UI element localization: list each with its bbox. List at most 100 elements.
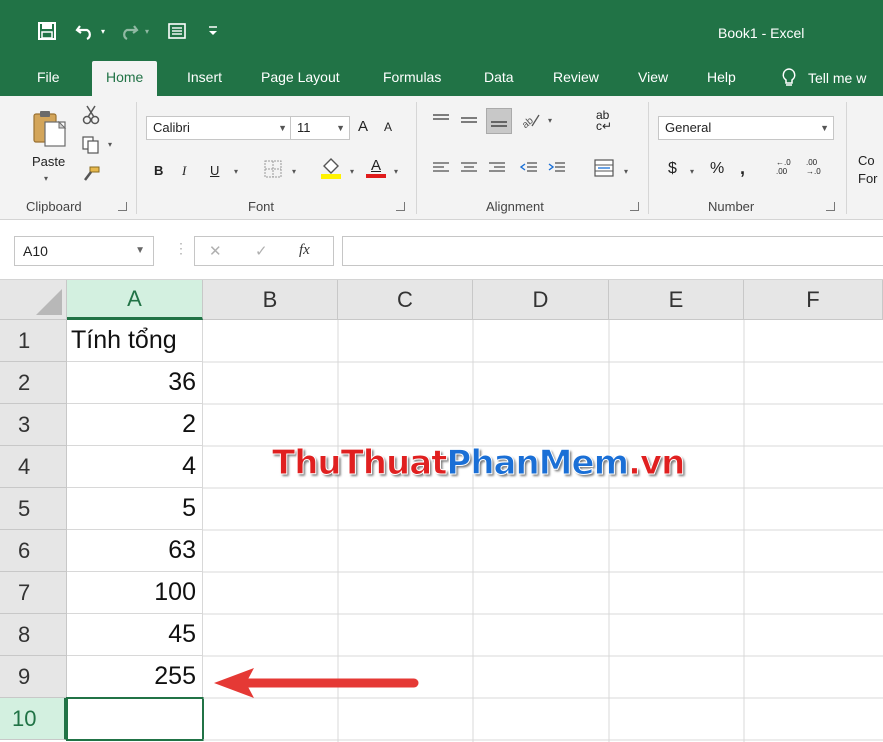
cell-a7[interactable]: 100 [67, 572, 203, 614]
comma-button[interactable]: , [740, 158, 745, 179]
orientation-dropdown-icon[interactable]: ▾ [548, 116, 552, 125]
row-header-5[interactable]: 5 [0, 488, 67, 530]
font-color-button[interactable]: A [364, 154, 388, 180]
row-header-10[interactable]: 10 [0, 698, 67, 740]
cell-a5[interactable]: 5 [67, 488, 203, 530]
cell-a8[interactable]: 45 [67, 614, 203, 656]
paste-icon[interactable] [30, 108, 70, 148]
column-header-e[interactable]: E [609, 280, 744, 320]
decrease-indent-icon[interactable] [518, 158, 540, 178]
formula-input[interactable] [342, 236, 883, 266]
align-right-icon[interactable] [486, 158, 508, 178]
bold-button[interactable]: B [154, 163, 163, 178]
cell-a4[interactable]: 4 [67, 446, 203, 488]
percent-button[interactable]: % [710, 160, 724, 178]
customize-qat-icon[interactable] [206, 20, 220, 42]
cell-a6[interactable]: 63 [67, 530, 203, 572]
formula-bar-grip-icon[interactable]: ⋮ [174, 240, 188, 257]
tab-review[interactable]: Review [553, 59, 599, 96]
tab-help[interactable]: Help [707, 59, 736, 96]
alignment-launcher-icon[interactable] [630, 202, 639, 211]
tab-data[interactable]: Data [484, 59, 514, 96]
column-header-d[interactable]: D [473, 280, 609, 320]
paste-label[interactable]: Paste [32, 154, 65, 169]
row-header-8[interactable]: 8 [0, 614, 67, 656]
fill-color-icon[interactable] [318, 154, 344, 180]
shrink-font-button[interactable]: A [384, 120, 392, 134]
enter-icon[interactable]: ✓ [255, 242, 268, 260]
cell-a3[interactable]: 2 [67, 404, 203, 446]
currency-dropdown-icon[interactable]: ▾ [690, 167, 694, 176]
cell-a10-active[interactable] [66, 697, 204, 741]
row-header-1[interactable]: 1 [0, 320, 67, 362]
borders-dropdown-icon[interactable]: ▾ [292, 167, 296, 176]
window-title: Book1 - Excel [718, 25, 805, 41]
save-icon[interactable] [36, 20, 58, 42]
copy-dropdown-icon[interactable]: ▾ [108, 140, 112, 149]
copy-icon[interactable] [80, 134, 102, 156]
number-format-select[interactable]: General ▼ [658, 116, 834, 140]
cell-a1[interactable]: Tính tổng [67, 320, 203, 362]
undo-icon[interactable] [74, 20, 96, 42]
align-top-icon[interactable] [430, 110, 452, 130]
row-header-4[interactable]: 4 [0, 446, 67, 488]
clipboard-launcher-icon[interactable] [118, 202, 127, 211]
redo-icon[interactable] [118, 20, 140, 42]
merge-center-icon[interactable] [592, 156, 616, 180]
row-header-3[interactable]: 3 [0, 404, 67, 446]
tab-page-layout[interactable]: Page Layout [261, 59, 340, 96]
align-center-icon[interactable] [458, 158, 480, 178]
number-launcher-icon[interactable] [826, 202, 835, 211]
undo-dropdown-icon[interactable]: ▾ [98, 20, 108, 42]
orientation-icon[interactable]: ab [518, 110, 542, 130]
align-bottom-icon[interactable] [486, 108, 512, 134]
row-header-2[interactable]: 2 [0, 362, 67, 404]
font-color-dropdown-icon[interactable]: ▾ [394, 167, 398, 176]
underline-dropdown-icon[interactable]: ▾ [234, 167, 238, 176]
italic-button[interactable]: I [182, 163, 186, 179]
format-painter-icon[interactable] [80, 164, 102, 186]
tab-view[interactable]: View [638, 59, 668, 96]
select-all-button[interactable] [0, 280, 67, 320]
row-header-9[interactable]: 9 [0, 656, 67, 698]
borders-icon[interactable] [262, 158, 284, 180]
increase-indent-icon[interactable] [546, 158, 568, 178]
chevron-down-icon: ▼ [135, 245, 145, 256]
wrap-text-button[interactable]: ab c↵ [596, 109, 612, 132]
fill-color-dropdown-icon[interactable]: ▾ [350, 167, 354, 176]
font-launcher-icon[interactable] [396, 202, 405, 211]
increase-decimal-button[interactable]: ←.0 .00 [776, 158, 798, 176]
column-header-a[interactable]: A [67, 280, 203, 320]
cut-icon[interactable] [80, 104, 102, 126]
tell-me-search[interactable]: Tell me w [782, 59, 866, 96]
currency-button[interactable]: $ [668, 160, 677, 178]
tab-file[interactable]: File [37, 59, 60, 96]
row-header-6[interactable]: 6 [0, 530, 67, 572]
column-header-c[interactable]: C [338, 280, 473, 320]
form-icon[interactable] [166, 20, 188, 42]
align-middle-icon[interactable] [458, 110, 480, 130]
column-header-f[interactable]: F [744, 280, 883, 320]
insert-function-icon[interactable]: fx [299, 242, 310, 259]
row-header-7[interactable]: 7 [0, 572, 67, 614]
align-left-icon[interactable] [430, 158, 452, 178]
redo-dropdown-icon[interactable]: ▾ [142, 20, 152, 42]
merge-dropdown-icon[interactable]: ▾ [624, 167, 628, 176]
cell-a9[interactable]: 255 [67, 656, 203, 698]
group-divider [136, 102, 137, 214]
decrease-decimal-button[interactable]: .00 →.0 [806, 158, 828, 176]
cell-a2[interactable]: 36 [67, 362, 203, 404]
column-header-b[interactable]: B [203, 280, 338, 320]
tab-home[interactable]: Home [92, 61, 158, 96]
name-box[interactable]: A10 ▼ [14, 236, 154, 266]
font-name-select[interactable]: Calibri ▼ [146, 116, 292, 140]
conditional-formatting-button[interactable]: Co For [858, 152, 878, 188]
grow-font-button[interactable]: A [358, 118, 368, 135]
cancel-icon[interactable]: ✕ [209, 242, 222, 260]
tab-formulas[interactable]: Formulas [383, 59, 441, 96]
tab-insert[interactable]: Insert [187, 59, 222, 96]
underline-button[interactable]: U [210, 163, 219, 178]
font-size-select[interactable]: 11 ▼ [290, 116, 350, 140]
paste-dropdown-icon[interactable]: ▾ [44, 174, 48, 183]
formula-actions: ✕ ✓ fx [194, 236, 334, 266]
